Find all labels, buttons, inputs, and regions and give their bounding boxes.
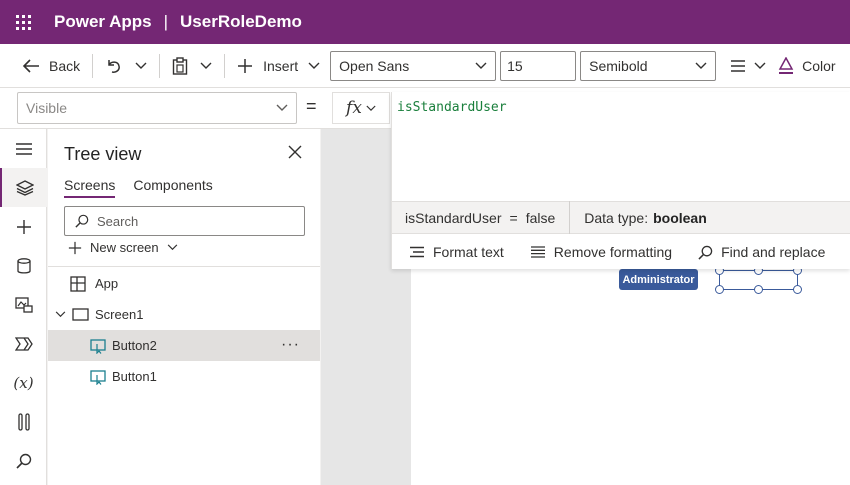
resize-handle[interactable]: [793, 285, 802, 294]
more-options-icon[interactable]: ···: [281, 336, 300, 354]
align-button[interactable]: [720, 44, 772, 88]
media-icon[interactable]: [0, 285, 47, 324]
align-icon: [731, 59, 746, 72]
divider: [224, 53, 226, 78]
chevron-down-icon: [135, 62, 147, 69]
plus-icon[interactable]: [0, 207, 47, 246]
tree-node-app[interactable]: App: [48, 268, 320, 299]
format-text-button[interactable]: Format text: [409, 244, 504, 260]
tree-node-label: Button2: [112, 338, 157, 353]
divider: [48, 266, 320, 267]
property-select[interactable]: Visible: [17, 92, 297, 124]
plus-icon: [238, 58, 253, 73]
new-screen-button[interactable]: New screen: [68, 240, 178, 255]
color-label: Color: [802, 57, 836, 74]
remove-formatting-icon: [530, 246, 545, 258]
font-size-value: 15: [507, 57, 523, 74]
undo-icon: [108, 59, 121, 73]
fx-button[interactable]: fx: [332, 92, 390, 124]
close-icon[interactable]: [288, 145, 302, 162]
chevron-down-icon: [276, 104, 288, 111]
new-screen-label: New screen: [90, 240, 159, 255]
left-rail: (𝑥): [0, 129, 47, 485]
paint-bucket-icon: [778, 56, 794, 74]
divider: [159, 53, 161, 78]
formula-expression[interactable]: isStandardUser: [397, 100, 507, 115]
chevron-down-icon: [475, 62, 487, 69]
find-replace-button[interactable]: Find and replace: [698, 244, 825, 260]
layers-icon[interactable]: [0, 168, 47, 207]
administrator-button[interactable]: Administrator: [619, 269, 698, 290]
result-value: isStandardUser = false: [405, 209, 556, 226]
search-icon: [75, 214, 89, 228]
resize-handle[interactable]: [754, 285, 763, 294]
paste-dropdown-button[interactable]: [194, 44, 218, 88]
paste-button[interactable]: [166, 44, 194, 88]
chevron-down-icon: [695, 62, 707, 69]
remove-formatting-button[interactable]: Remove formatting: [530, 244, 672, 260]
data-type: Data type: boolean: [584, 209, 707, 226]
back-button[interactable]: Back: [0, 44, 86, 88]
power-automate-icon[interactable]: [0, 324, 47, 363]
tree-node-label: Screen1: [95, 307, 144, 322]
chevron-down-icon: [754, 62, 766, 69]
format-text-icon: [410, 246, 424, 258]
font-weight-value: Semibold: [589, 57, 648, 74]
button-icon: [90, 369, 106, 385]
back-arrow-icon: [22, 58, 39, 73]
equals-sign: =: [306, 96, 317, 116]
insert-button[interactable]: Insert: [231, 44, 326, 88]
fx-icon: fx: [346, 98, 362, 118]
search-placeholder: Search: [97, 213, 139, 229]
font-weight-select[interactable]: Semibold: [580, 50, 717, 81]
title-separator: |: [163, 12, 169, 31]
tree-node-label: Button1: [112, 369, 157, 384]
tree-view-title: Tree view: [64, 144, 142, 164]
chevron-down-icon: [308, 62, 320, 69]
undo-dropdown-button[interactable]: [129, 44, 153, 88]
clipboard-icon: [172, 56, 188, 75]
app-icon: [70, 275, 86, 292]
font-family-select[interactable]: Open Sans: [330, 50, 497, 81]
command-bar: Back Insert Open Sans 15 Semibold Color: [0, 44, 850, 88]
variables-icon[interactable]: (𝑥): [0, 363, 47, 402]
app-name: Power Apps: [54, 12, 152, 31]
app-launcher-icon[interactable]: [0, 0, 46, 44]
search-icon[interactable]: [0, 441, 47, 480]
tree-tabs: Screens Components: [64, 177, 213, 198]
tree-view-panel: Tree view Screens Components Search New …: [48, 129, 320, 485]
chevron-down-icon: [167, 244, 177, 251]
formula-editor[interactable]: isStandardUser isStandardUser = false Da…: [391, 92, 850, 269]
chevron-down-icon: [366, 105, 376, 111]
font-size-input[interactable]: 15: [500, 50, 577, 81]
hamburger-icon[interactable]: [0, 129, 47, 168]
document-name[interactable]: UserRoleDemo: [180, 12, 302, 32]
tree-node-button2[interactable]: Button2 ···: [48, 330, 320, 361]
chevron-down-icon: [55, 311, 66, 318]
plus-icon: [68, 241, 82, 254]
tree-node-label: App: [95, 276, 119, 291]
resize-handle[interactable]: [715, 285, 724, 294]
insert-label: Insert: [263, 57, 299, 74]
tree-node-screen1[interactable]: Screen1: [48, 299, 320, 330]
screen-icon: [72, 308, 89, 321]
back-label: Back: [49, 57, 81, 74]
tools-icon[interactable]: [0, 402, 47, 441]
undo-button[interactable]: [99, 44, 129, 88]
property-value: Visible: [26, 100, 67, 116]
search-icon: [698, 245, 713, 260]
tree-node-button1[interactable]: Button1: [48, 361, 320, 392]
tab-screens[interactable]: Screens: [64, 177, 116, 198]
database-icon[interactable]: [0, 246, 47, 285]
color-button[interactable]: Color: [772, 44, 841, 88]
tab-components[interactable]: Components: [133, 177, 212, 198]
formula-result-bar: isStandardUser = false Data type: boolea…: [392, 201, 850, 234]
button-icon: [90, 338, 106, 354]
divider: [92, 53, 94, 78]
tree-search-input[interactable]: Search: [64, 206, 305, 236]
formula-toolbar: Format text Remove formatting Find and r…: [392, 235, 850, 269]
font-family-value: Open Sans: [339, 57, 410, 74]
title-bar: Power Apps | UserRoleDemo: [0, 0, 850, 44]
chevron-down-icon: [200, 62, 212, 69]
